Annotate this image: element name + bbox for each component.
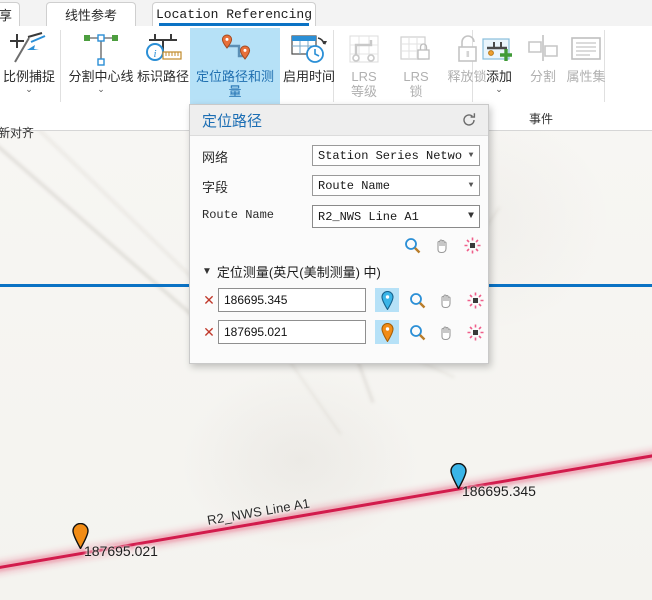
chevron-down-icon[interactable]: ⌄ [97,85,105,94]
route-name-combobox[interactable]: R2_NWS Line A1 ▼ [312,205,480,228]
tab-share-label: 享 [0,8,12,23]
chevron-down-icon: ▼ [468,181,474,190]
ribbon-button-label: 标识路径 [136,69,189,84]
measure-row-1-actions [408,291,484,309]
pan-hand-icon[interactable] [437,323,455,341]
ribbon-button-identify-route[interactable]: i 标识路径 [136,30,190,84]
ribbon-button-add-event[interactable]: 添加 ⌄ [478,30,520,94]
ribbon-button-label: 定位路径和测量 [195,69,274,99]
ribbon-button-split-centerline[interactable]: 分割中心线 ⌄ [66,30,136,94]
attribute-set-icon [566,30,606,66]
group-separator [60,30,61,102]
svg-text:i: i [153,48,156,60]
map-marker-blue-label: 186695.345 [462,483,536,499]
tab-share[interactable]: 享 [0,2,20,26]
map-road-trace [0,130,197,320]
enable-time-icon [287,30,331,66]
flash-icon[interactable] [466,291,484,309]
lrs-lock-icon [397,30,435,66]
measure-input-1[interactable]: 186695.345 [218,288,366,312]
field-label-field: 字段 [202,180,229,195]
pan-hand-icon[interactable] [437,291,455,309]
tab-linear-reference-label: 线性参考 [64,8,117,23]
split-event-icon [523,30,563,66]
map-road-trace [288,360,342,435]
tab-linear-reference[interactable]: 线性参考 [46,2,136,26]
ribbon-tabstrip: 享 线性参考 Location Referencing [0,0,652,26]
delete-x-icon[interactable]: ✕ [200,292,218,309]
route-action-row [403,236,481,254]
magnifier-icon[interactable] [408,291,426,309]
chevron-down-icon: ▼ [467,211,474,222]
chevron-down-icon: ▼ [468,151,474,160]
ribbon-button-proportional-snap[interactable]: 比例捕捉 ⌄ [0,30,58,94]
ribbon-button-locate-route-and-measure[interactable]: 定位路径和测量 ⌄ [190,28,280,109]
delete-x-icon[interactable]: ✕ [200,324,218,341]
ribbon-button-label: 分割 [529,69,556,84]
network-combobox[interactable]: Station Series Network ▼ [312,145,480,166]
measure-row-2-actions [408,323,484,341]
locate-measure-section-header[interactable]: ▼ 定位测量(英尺(美制测量) 中) [202,262,381,281]
flash-icon[interactable] [463,236,481,254]
ribbon-button-attribute-set[interactable]: 属性集 [564,30,608,84]
ribbon-button-label: LRS 锁 [403,69,429,99]
measure-input-2[interactable]: 187695.021 [218,320,366,344]
panel-header: 定位路径 [190,105,488,136]
locate-measure-section-label: 定位测量(英尺(美制测量) 中) [216,265,381,280]
magnifier-icon[interactable] [403,236,421,254]
panel-title: 定位路径 [202,112,263,130]
tab-location-referencing[interactable]: Location Referencing [152,2,316,26]
lrs-level-icon [345,30,383,66]
network-value: Station Series Network [318,148,463,163]
field-value: Route Name [318,178,391,193]
add-event-icon [479,30,519,66]
ribbon-button-label: 分割中心线 [68,69,134,84]
chevron-down-icon: ▼ [202,266,212,277]
ribbon-button-label: 启用时间 [282,69,335,84]
identify-route-icon: i [141,30,185,66]
pick-point-button-1[interactable] [375,288,399,312]
measure-row-2: ✕ 187695.021 [200,320,484,344]
field-label-network: 网络 [202,150,229,165]
route-name-value: R2_NWS Line A1 [318,209,419,224]
ribbon-button-label: 比例捕捉 [2,69,55,84]
flash-icon[interactable] [466,323,484,341]
ribbon-button-split-event[interactable]: 分割 [522,30,564,84]
ribbon-group-label-events: 事件 [528,112,553,126]
pan-hand-icon[interactable] [433,236,451,254]
pick-point-button-2[interactable] [375,320,399,344]
locate-route-panel: 定位路径 网络 Station Series Network ▼ 字段 Rout… [189,104,489,364]
partial-group-label-clip: 重新对齐 [0,126,58,144]
chevron-down-icon[interactable]: ⌄ [25,85,33,94]
pin-icon [380,290,394,310]
ribbon-button-enable-time[interactable]: 启用时间 [282,30,336,84]
ribbon-button-label: 添加 [485,69,512,84]
pin-icon [380,322,394,342]
ribbon-button-lrs-level[interactable]: LRS 等级 [340,30,388,99]
refresh-icon[interactable] [460,111,478,129]
chevron-down-icon[interactable]: ⌄ [495,85,503,94]
field-combobox[interactable]: Route Name ▼ [312,175,480,196]
map-marker-orange-label: 187695.021 [84,543,158,559]
ribbon-button-label: 属性集 [566,69,606,84]
ribbon-button-label: LRS 等级 [350,69,377,99]
locate-route-icon [212,32,258,66]
measure-row-1: ✕ 186695.345 [200,288,484,312]
split-centerline-icon [79,30,123,66]
snap-icon [9,30,49,66]
tab-location-referencing-label: Location Referencing [155,7,313,22]
partial-group-label: 重新对齐 [0,126,35,140]
ribbon-button-lrs-lock[interactable]: LRS 锁 [392,30,440,99]
magnifier-icon[interactable] [408,323,426,341]
field-label-route-name: Route Name [202,208,275,222]
